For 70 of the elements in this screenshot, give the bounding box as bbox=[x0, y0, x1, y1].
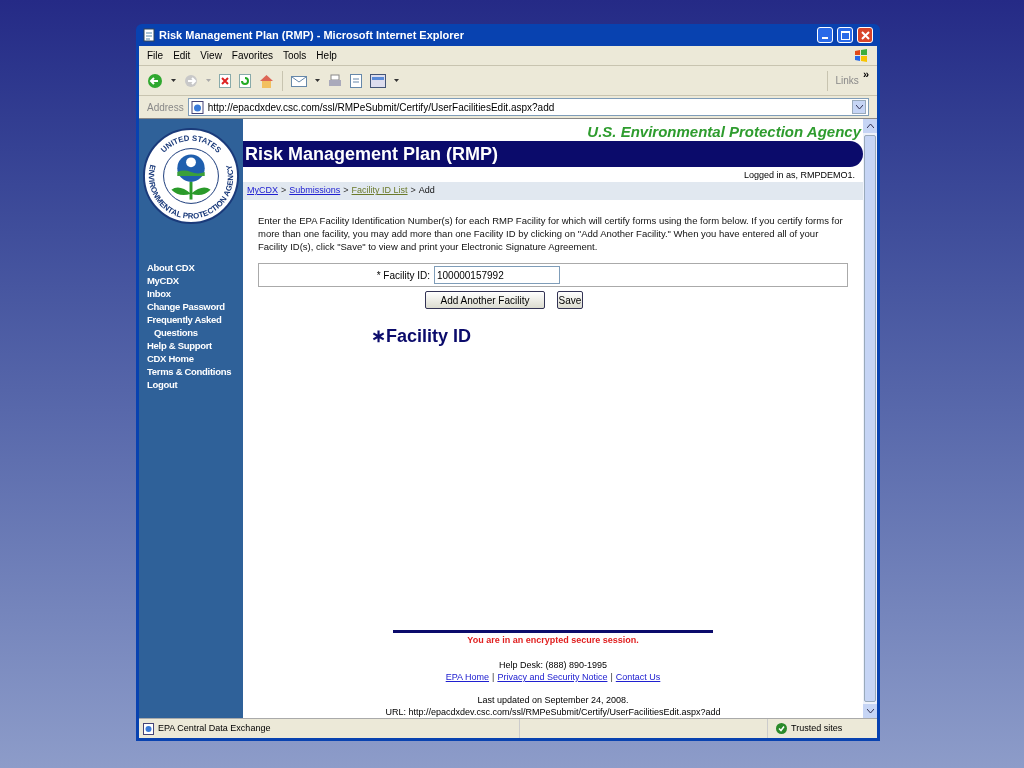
breadcrumb-link[interactable]: Submissions bbox=[289, 184, 341, 198]
minimize-button[interactable] bbox=[817, 27, 833, 43]
menu-item[interactable]: Favorites bbox=[231, 48, 273, 63]
nav-link[interactable]: Change Password bbox=[147, 300, 235, 313]
address-field[interactable]: http://epacdxdev.csc.com/ssl/RMPeSubmit/Certify/UserFacilitiesEdit.aspx?add bbox=[187, 98, 869, 116]
secure-session-notice: You are in an encrypted secure session. bbox=[467, 634, 639, 646]
minimize-icon bbox=[822, 37, 828, 39]
breadcrumb-current: Add bbox=[418, 184, 435, 198]
nav-link[interactable]: Help & Support bbox=[147, 339, 235, 352]
nav-link[interactable]: Logout bbox=[147, 378, 235, 391]
nav-link[interactable]: Frequently Asked Questions bbox=[147, 313, 235, 339]
chevron-button[interactable]: » bbox=[862, 66, 869, 83]
button[interactable]: Save bbox=[557, 291, 583, 309]
back-icon[interactable] bbox=[147, 72, 163, 89]
document-icon[interactable] bbox=[350, 73, 362, 88]
breadcrumb-separator: > bbox=[410, 184, 416, 198]
last-updated-text: Last updated on September 24, 2008. bbox=[477, 694, 629, 706]
menu-item[interactable]: Tools bbox=[283, 48, 307, 63]
maximize-button[interactable] bbox=[837, 27, 853, 43]
breadcrumb-separator: > bbox=[281, 184, 287, 198]
footer-link[interactable]: Privacy and Security Notice bbox=[497, 671, 608, 683]
status-text: EPA Central Data Exchange bbox=[158, 721, 271, 735]
home-icon[interactable] bbox=[259, 73, 274, 88]
page-icon bbox=[143, 28, 155, 42]
page-icon bbox=[190, 100, 204, 114]
mail-icon[interactable] bbox=[291, 73, 307, 88]
nav-link[interactable]: Terms & Conditions bbox=[147, 365, 235, 378]
menu-item[interactable]: Edit bbox=[173, 48, 191, 63]
link-separator: | bbox=[492, 671, 495, 683]
stop-icon[interactable] bbox=[219, 73, 231, 88]
windows-flag-icon bbox=[853, 47, 869, 64]
agency-name: U.S. Environmental Protection Agency bbox=[586, 122, 863, 141]
breadcrumb-separator: > bbox=[343, 184, 349, 198]
caret-icon bbox=[855, 105, 863, 109]
scrollbar[interactable] bbox=[863, 119, 877, 718]
caret-icon[interactable] bbox=[315, 79, 320, 82]
address-label: Address bbox=[147, 100, 184, 115]
page-title: Risk Management Plan (RMP) bbox=[245, 142, 499, 166]
menu-item[interactable]: Help bbox=[316, 48, 337, 63]
window-title: Risk Management Plan (RMP) - Microsoft Internet Explorer bbox=[159, 27, 465, 43]
menu-item[interactable]: File bbox=[147, 48, 164, 63]
dropdown-button[interactable] bbox=[852, 100, 866, 114]
help-desk-text: Help Desk: (888) 890-1995 bbox=[498, 659, 608, 671]
caret-icon[interactable] bbox=[171, 79, 176, 82]
nav-link[interactable]: CDX Home bbox=[147, 352, 235, 365]
close-button[interactable] bbox=[857, 27, 873, 43]
login-status: Logged in as, RMPDEMO1. bbox=[743, 170, 855, 180]
annotation-label: ∗Facility ID bbox=[371, 326, 472, 346]
instructions-text: Enter the EPA Facility Identification Number(s) for each RMP Facility for which will certify forms using the form below. If you certify forms for more than one facility, you may add more than one Facility ID by clicking on "Add Another Facility." When you have entered all of your Facility ID(s), click "Save" to view and print your Electronic Signature Agreement. bbox=[258, 214, 844, 253]
page-icon bbox=[143, 722, 154, 735]
menu-item[interactable]: View bbox=[200, 48, 222, 63]
nav-link[interactable]: Inbox bbox=[147, 287, 235, 300]
footer-link[interactable]: Contact Us bbox=[615, 671, 661, 683]
caret-icon[interactable] bbox=[394, 79, 399, 82]
button[interactable]: Add Another Facility bbox=[425, 291, 545, 309]
breadcrumb-link[interactable]: MyCDX bbox=[247, 184, 278, 198]
nav-link[interactable]: MyCDX bbox=[147, 274, 235, 287]
field-label: * Facility ID: bbox=[375, 268, 431, 283]
link-separator: | bbox=[610, 671, 613, 683]
page-url-text: URL: http://epacdxdev.csc.com/ssl/RMPeSubmit/Certify/UserFacilitiesEdit.aspx?add bbox=[385, 706, 721, 718]
refresh-icon[interactable] bbox=[239, 73, 251, 88]
footer-link[interactable]: EPA Home bbox=[445, 671, 490, 683]
close-icon bbox=[860, 30, 870, 40]
facility-id-field[interactable]: 100000157992 bbox=[434, 266, 560, 284]
breadcrumb-link[interactable]: Facility ID List bbox=[351, 184, 408, 198]
check-icon bbox=[776, 723, 787, 734]
maximize-icon bbox=[840, 30, 850, 40]
form-icon[interactable] bbox=[370, 73, 386, 88]
nav-link[interactable]: About CDX bbox=[147, 261, 235, 274]
security-zone-text: Trusted sites bbox=[791, 721, 843, 735]
